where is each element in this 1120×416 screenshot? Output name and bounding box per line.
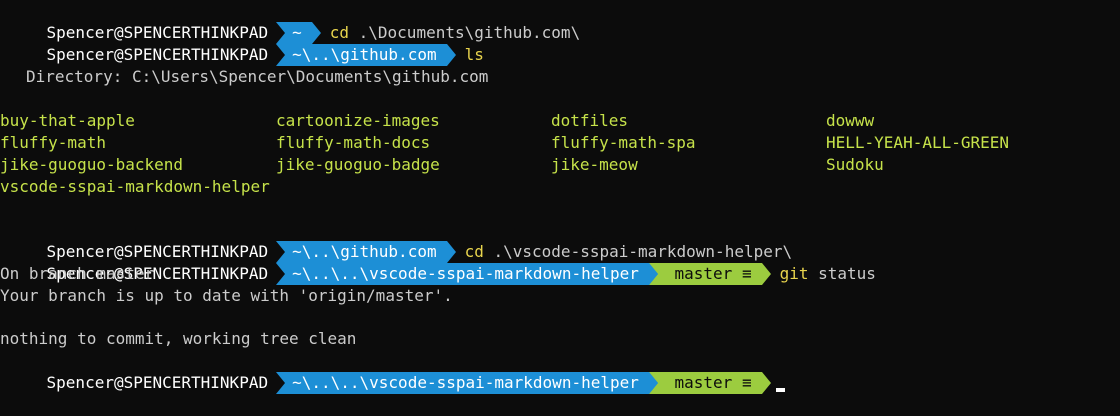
command-name: ls bbox=[464, 45, 484, 64]
git-branch-name: master bbox=[674, 373, 733, 392]
ls-entry: fluffy-math-spa bbox=[551, 133, 696, 152]
prompt-path-segment: ~\..\..\vscode-sspai-markdown-helper bbox=[276, 263, 658, 285]
git-branch-name: master bbox=[674, 264, 733, 283]
ls-entry: cartoonize-images bbox=[276, 111, 440, 130]
ls-entry: HELL-YEAH-ALL-GREEN bbox=[826, 133, 1010, 152]
output-line: nothing to commit, working tree clean bbox=[0, 329, 357, 348]
ls-entry: dowww bbox=[826, 111, 875, 130]
ls-entry: Sudoku bbox=[826, 155, 884, 174]
ls-entry: jike-meow bbox=[551, 155, 638, 174]
terminal-window[interactable]: Spencer@SPENCERTHINKPAD ~ cd .\Documents\g… bbox=[0, 0, 1120, 394]
prompt-path: ~\..\..\vscode-sspai-markdown-helper bbox=[292, 373, 639, 392]
prompt-line: Spencer@SPENCERTHINKPAD ~ cd .\Documents\g… bbox=[0, 0, 580, 44]
command-text: git status bbox=[762, 263, 876, 285]
ls-entry: jike-guoguo-badge bbox=[276, 155, 440, 174]
git-branch-segment: master ≡ bbox=[648, 263, 771, 285]
git-status-icon: ≡ bbox=[741, 373, 752, 392]
ls-entry: vscode-sspai-markdown-helper bbox=[0, 177, 270, 196]
command-args: status bbox=[818, 264, 876, 283]
prompt-host: Spencer@SPENCERTHINKPAD bbox=[38, 372, 277, 394]
prompt-host: Spencer@SPENCERTHINKPAD bbox=[38, 44, 277, 66]
ls-entry: dotfiles bbox=[551, 111, 629, 130]
text-cursor[interactable] bbox=[775, 388, 785, 392]
prompt-line[interactable]: Spencer@SPENCERTHINKPAD ~\..\..\vscode-ss… bbox=[0, 350, 785, 394]
prompt-line: Spencer@SPENCERTHINKPAD ~\..\github.com ls bbox=[0, 22, 484, 66]
prompt-line: Spencer@SPENCERTHINKPAD ~\..\..\vscode-ss… bbox=[0, 241, 876, 285]
directory-label: Directory: C:\Users\Spencer\Documents\gi… bbox=[26, 67, 489, 86]
ls-entry: jike-guoguo-backend bbox=[0, 155, 184, 174]
ls-entry: buy-that-apple bbox=[0, 111, 135, 130]
command-name: git bbox=[779, 264, 809, 283]
prompt-path: ~\..\..\vscode-sspai-markdown-helper bbox=[292, 264, 639, 283]
prompt-path-segment: ~\..\..\vscode-sspai-markdown-helper bbox=[276, 372, 658, 394]
git-branch-segment: master ≡ bbox=[648, 372, 771, 394]
prompt-path: ~\..\github.com bbox=[292, 45, 437, 64]
output-line: On branch master bbox=[0, 264, 155, 283]
output-line: Your branch is up to date with 'origin/m… bbox=[0, 286, 453, 305]
prompt-path-segment: ~\..\github.com bbox=[276, 44, 456, 66]
ls-entry: fluffy-math bbox=[0, 133, 106, 152]
git-status-icon: ≡ bbox=[741, 264, 752, 283]
ls-entry: fluffy-math-docs bbox=[276, 133, 431, 152]
prompt-line: Spencer@SPENCERTHINKPAD ~\..\github.com cd… bbox=[0, 219, 792, 263]
